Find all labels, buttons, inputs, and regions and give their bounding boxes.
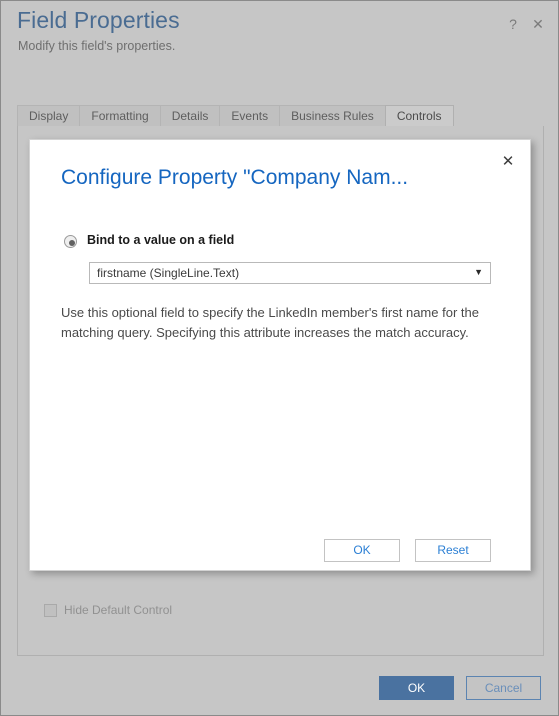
tab-details[interactable]: Details bbox=[160, 105, 221, 127]
dialog-close-icon[interactable]: ✕ bbox=[498, 152, 518, 172]
dialog-title: Configure Property "Company Nam... bbox=[61, 166, 408, 190]
hide-default-control-label: Hide Default Control bbox=[64, 603, 172, 617]
page-subtitle: Modify this field's properties. bbox=[18, 39, 175, 53]
hide-default-control-checkbox[interactable] bbox=[44, 604, 57, 617]
radio-selected-dot bbox=[69, 240, 75, 246]
chevron-down-icon: ▼ bbox=[474, 267, 483, 277]
tab-controls[interactable]: Controls bbox=[385, 105, 454, 127]
bind-to-field-radio-label: Bind to a value on a field bbox=[87, 233, 234, 247]
window-header: Field Properties Modify this field's pro… bbox=[1, 1, 558, 97]
close-icon[interactable]: ✕ bbox=[529, 15, 547, 33]
tab-display[interactable]: Display bbox=[17, 105, 80, 127]
ok-button[interactable]: OK bbox=[379, 676, 454, 700]
configure-property-dialog: ✕ Configure Property "Company Nam... Bin… bbox=[29, 139, 531, 571]
page-title: Field Properties bbox=[17, 7, 180, 34]
dialog-description: Use this optional field to specify the L… bbox=[61, 303, 491, 343]
field-properties-window: Field Properties Modify this field's pro… bbox=[0, 0, 559, 716]
help-icon[interactable]: ? bbox=[504, 15, 522, 33]
dialog-ok-button[interactable]: OK bbox=[324, 539, 400, 562]
tab-strip: Display Formatting Details Events Busine… bbox=[17, 105, 544, 127]
field-select-value: firstname (SingleLine.Text) bbox=[97, 266, 239, 280]
tab-business-rules[interactable]: Business Rules bbox=[279, 105, 386, 127]
window-footer: OK Cancel bbox=[1, 665, 558, 716]
bind-to-field-radio[interactable] bbox=[64, 235, 77, 248]
tab-events[interactable]: Events bbox=[219, 105, 280, 127]
cancel-button[interactable]: Cancel bbox=[466, 676, 541, 700]
tab-formatting[interactable]: Formatting bbox=[79, 105, 160, 127]
dialog-reset-button[interactable]: Reset bbox=[415, 539, 491, 562]
field-select-dropdown[interactable]: firstname (SingleLine.Text) ▼ bbox=[89, 262, 491, 284]
